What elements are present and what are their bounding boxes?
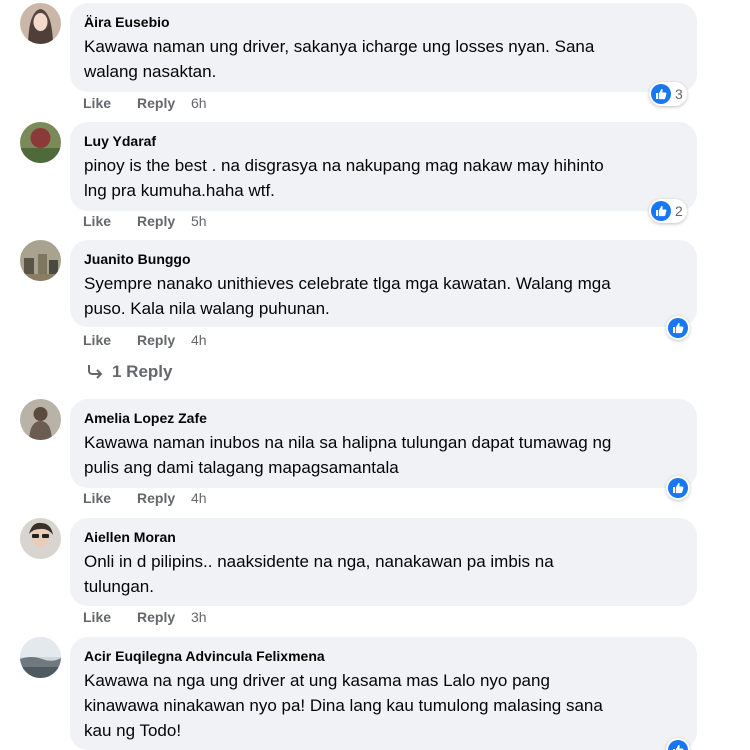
comment-text: Syempre nanako unithieves celebrate tlga… [84, 271, 683, 321]
comment-actions: Like Reply 4h [83, 490, 207, 506]
comment-author[interactable]: Amelia Lopez Zafe [84, 409, 683, 427]
comment-actions: Like Reply 4h [83, 332, 207, 348]
avatar[interactable] [20, 122, 61, 163]
reaction-count[interactable]: 3 [649, 82, 687, 106]
like-reaction-icon [668, 740, 688, 750]
comment-timestamp[interactable]: 4h [191, 490, 207, 506]
reply-button[interactable]: Reply [137, 490, 191, 506]
like-button[interactable]: Like [83, 609, 137, 625]
comment-text-line: Syempre nanako unithieves celebrate tlga… [84, 274, 611, 293]
reaction-count[interactable] [666, 316, 690, 340]
comment-timestamp[interactable]: 6h [191, 95, 207, 111]
comment-text-line: tulungan. [84, 577, 154, 596]
comment-author[interactable]: Luy Ydaraf [84, 132, 683, 150]
like-button[interactable]: Like [83, 213, 137, 229]
comment-timestamp[interactable]: 5h [191, 213, 207, 229]
view-replies-label: 1 Reply [112, 362, 173, 381]
like-reaction-icon [651, 84, 671, 104]
like-reaction-icon [668, 318, 688, 338]
comment-text-line: walang nasaktan. [84, 62, 217, 81]
like-reaction-icon [668, 478, 688, 498]
avatar[interactable] [20, 637, 61, 678]
comment-text: Kawawa naman ung driver, sakanya icharge… [84, 34, 683, 84]
like-reaction-icon [651, 201, 671, 221]
reply-button[interactable]: Reply [137, 213, 191, 229]
comment-bubble: Luy Ydaraf pinoy is the best . na disgra… [70, 122, 697, 211]
comment-author[interactable]: Acir Euqilegna Advincula Felixmena [84, 647, 683, 665]
avatar[interactable] [20, 399, 61, 440]
reply-button[interactable]: Reply [137, 95, 191, 111]
comment-text-line: Kawawa naman inubos na nila sa halipna t… [84, 433, 612, 452]
comment-feed: Äira Eusebio Kawawa naman ung driver, sa… [0, 0, 750, 750]
comment-bubble: Amelia Lopez Zafe Kawawa naman inubos na… [70, 399, 697, 488]
comment-text: Onli in d pilipins.. naaksidente na nga,… [84, 549, 683, 599]
comment-text: Kawawa na nga ung driver at ung kasama m… [84, 668, 683, 743]
comment-text-line: pinoy is the best . na disgrasya na naku… [84, 156, 604, 175]
comment-author[interactable]: Aiellen Moran [84, 528, 683, 546]
reaction-count[interactable] [666, 476, 690, 500]
comment-timestamp[interactable]: 4h [191, 332, 207, 348]
comment-text-line: kau ng Todo! [84, 721, 182, 740]
comment-author[interactable]: Juanito Bunggo [84, 250, 683, 268]
avatar[interactable] [20, 3, 61, 44]
reaction-count[interactable]: 2 [649, 199, 687, 223]
comment-text: pinoy is the best . na disgrasya na naku… [84, 153, 683, 203]
reply-button[interactable]: Reply [137, 609, 191, 625]
comment-text-line: puso. Kala nila walang puhunan. [84, 299, 330, 318]
like-button[interactable]: Like [83, 332, 137, 348]
reaction-count-value: 2 [675, 203, 683, 219]
like-button[interactable]: Like [83, 490, 137, 506]
comment-actions: Like Reply 5h [83, 213, 207, 229]
avatar[interactable] [20, 518, 61, 559]
comment-bubble: Äira Eusebio Kawawa naman ung driver, sa… [70, 3, 697, 92]
comment-text-line: Kawawa na nga ung driver at ung kasama m… [84, 671, 550, 690]
comment-text-line: kinawawa ninakawan nyo pa! Dina lang kau… [84, 696, 603, 715]
reaction-count[interactable] [666, 738, 690, 750]
avatar[interactable] [20, 240, 61, 281]
reaction-count-value: 3 [675, 86, 683, 102]
comment-text: Kawawa naman inubos na nila sa halipna t… [84, 430, 683, 480]
reply-arrow-icon [88, 365, 103, 379]
comment-bubble: Acir Euqilegna Advincula Felixmena Kawaw… [70, 637, 697, 750]
comment-text-line: Onli in d pilipins.. naaksidente na nga,… [84, 552, 554, 571]
reply-button[interactable]: Reply [137, 332, 191, 348]
like-button[interactable]: Like [83, 95, 137, 111]
comment-actions: Like Reply 3h [83, 609, 207, 625]
view-replies-link[interactable]: 1 Reply [86, 362, 172, 382]
comment-bubble: Juanito Bunggo Syempre nanako unithieves… [70, 240, 697, 327]
comment-author[interactable]: Äira Eusebio [84, 13, 683, 31]
comment-text-line: pulis ang dami talagang mapagsamantala [84, 458, 399, 477]
comment-text-line: Kawawa naman ung driver, sakanya icharge… [84, 37, 595, 56]
comment-bubble: Aiellen Moran Onli in d pilipins.. naaks… [70, 518, 697, 606]
comment-timestamp[interactable]: 3h [191, 609, 207, 625]
comment-text-line: lng pra kumuha.haha wtf. [84, 181, 275, 200]
comment-actions: Like Reply 6h [83, 95, 207, 111]
